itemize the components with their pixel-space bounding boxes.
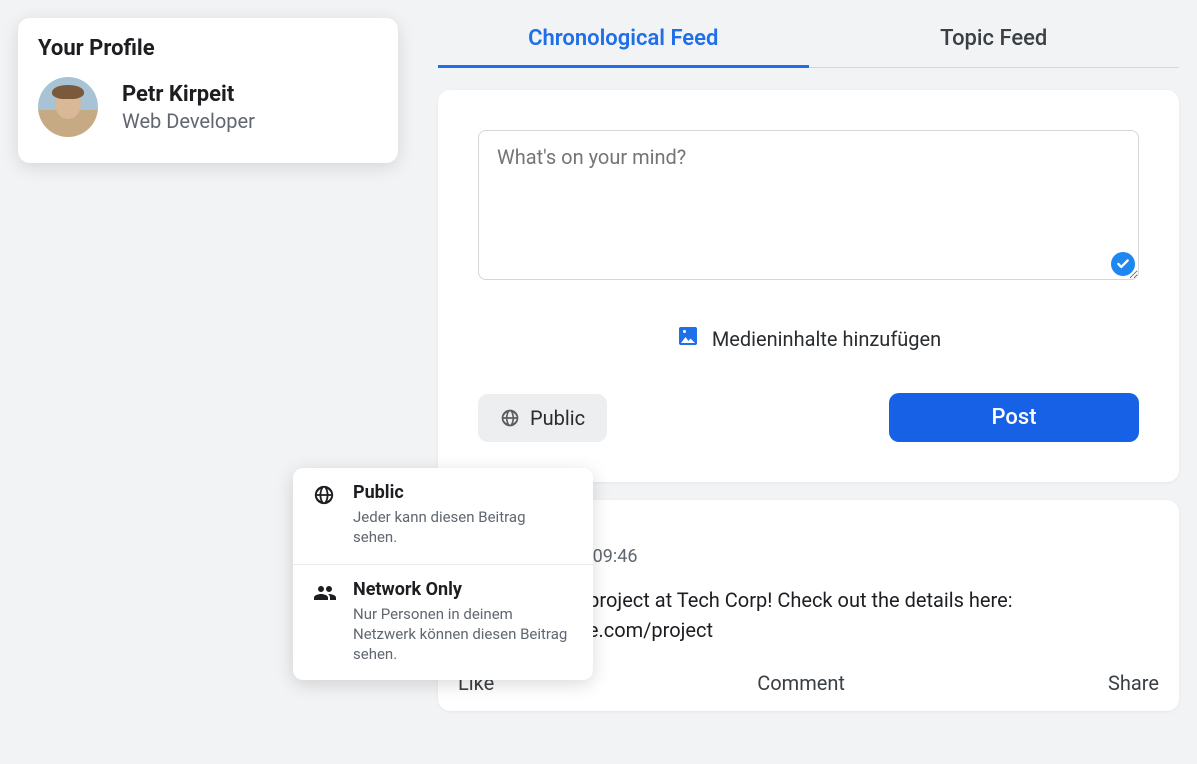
feed-tabs: Chronological Feed Topic Feed (438, 18, 1179, 68)
privacy-option-public-title: Public (353, 482, 573, 503)
privacy-option-network-desc: Nur Personen in deinem Netzwerk können d… (353, 604, 573, 665)
check-icon (1111, 252, 1135, 276)
image-icon (676, 324, 700, 353)
post-button[interactable]: Post (889, 393, 1139, 442)
globe-icon (313, 482, 337, 548)
privacy-option-network-title: Network Only (353, 579, 573, 600)
tab-chronological-feed[interactable]: Chronological Feed (438, 18, 809, 68)
profile-name: Petr Kirpeit (122, 82, 255, 107)
globe-icon (500, 408, 520, 428)
profile-role: Web Developer (122, 109, 255, 133)
people-icon (313, 579, 337, 665)
avatar[interactable] (38, 77, 98, 137)
comment-button[interactable]: Comment (757, 671, 845, 695)
tab-topic-feed[interactable]: Topic Feed (809, 18, 1180, 67)
add-media-button[interactable]: Medieninhalte hinzufügen (478, 324, 1139, 353)
profile-card-title: Your Profile (38, 36, 378, 61)
privacy-option-public[interactable]: Public Jeder kann diesen Beitrag sehen. (293, 468, 593, 565)
privacy-option-network[interactable]: Network Only Nur Personen in deinem Netz… (293, 565, 593, 681)
privacy-popover: Public Jeder kann diesen Beitrag sehen. … (293, 468, 593, 680)
composer-card: Medieninhalte hinzufügen Public Post (438, 90, 1179, 482)
add-media-label: Medieninhalte hinzufügen (712, 327, 941, 351)
profile-card: Your Profile Petr Kirpeit Web Developer (18, 18, 398, 163)
privacy-selector-button[interactable]: Public (478, 394, 607, 442)
privacy-option-public-desc: Jeder kann diesen Beitrag sehen. (353, 507, 573, 548)
share-button[interactable]: Share (1108, 671, 1159, 695)
privacy-selector-label: Public (530, 406, 585, 430)
composer-textarea[interactable] (478, 130, 1139, 280)
